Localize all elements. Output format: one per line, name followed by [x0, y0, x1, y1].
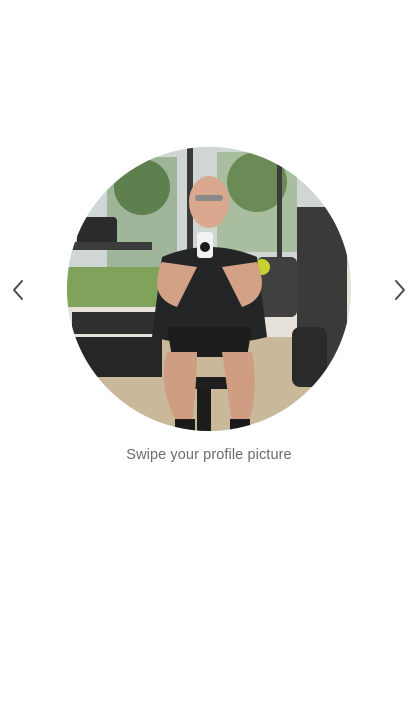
profile-picture-screen: Swipe your profile picture	[0, 0, 418, 720]
chevron-right-icon	[395, 280, 405, 300]
next-picture-button[interactable]	[388, 278, 412, 302]
profile-photo-image	[67, 147, 351, 431]
swipe-instruction-text: Swipe your profile picture	[126, 447, 292, 463]
previous-picture-button[interactable]	[6, 278, 30, 302]
profile-picture[interactable]	[67, 147, 351, 431]
chevron-left-icon	[13, 280, 23, 300]
